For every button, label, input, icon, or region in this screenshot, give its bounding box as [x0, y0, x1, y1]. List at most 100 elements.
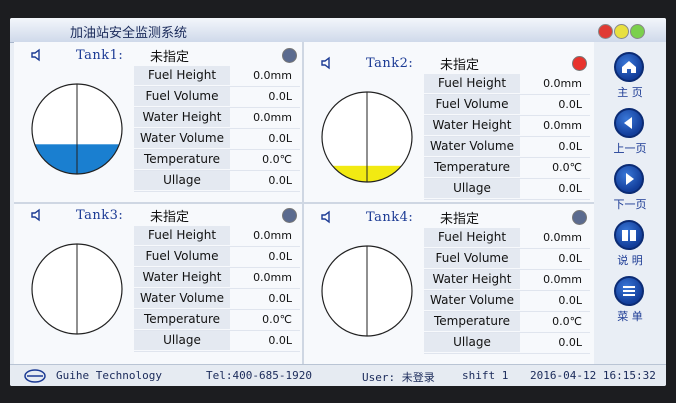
- maximize-window-button[interactable]: [630, 24, 645, 39]
- reading-label: Temperature: [424, 312, 520, 331]
- reading-label: Temperature: [424, 158, 520, 177]
- close-window-button[interactable]: [598, 24, 613, 39]
- reading-row: Temperature 0.0℃: [134, 150, 300, 171]
- reading-value: 0.0L: [268, 334, 292, 347]
- tank-readings-table: Fuel Height 0.0mm Fuel Volume 0.0L Water Hei…: [424, 228, 590, 354]
- nav-label: 说 明: [617, 254, 643, 267]
- nav-label: 下一页: [613, 198, 647, 211]
- telephone: Tel:400-685-1920: [206, 369, 312, 382]
- reading-row: Ullage 0.0L: [134, 331, 300, 352]
- reading-value: 0.0mm: [543, 231, 582, 244]
- reading-label: Water Height: [424, 270, 520, 289]
- next-page-icon: [614, 164, 644, 194]
- reading-label: Water Volume: [134, 129, 230, 148]
- tank-status: 未指定: [440, 212, 480, 227]
- reading-value: 0.0mm: [543, 119, 582, 132]
- help-button[interactable]: 说 明: [594, 218, 666, 274]
- reading-value: 0.0mm: [253, 69, 292, 82]
- nav-label: 主 页: [617, 86, 643, 99]
- reading-row: Water Height 0.0mm: [134, 268, 300, 289]
- previous-page-icon: [614, 108, 644, 138]
- tank-readings-table: Fuel Height 0.0mm Fuel Volume 0.0L Water Hei…: [134, 66, 300, 192]
- reading-label: Fuel Height: [424, 74, 520, 93]
- user-status: User: 未登录: [362, 371, 435, 384]
- reading-row: Ullage 0.0L: [134, 171, 300, 192]
- company-logo-icon: [24, 369, 46, 383]
- reading-value: 0.0℃: [262, 153, 292, 166]
- reading-row: Temperature 0.0℃: [134, 310, 300, 331]
- reading-row: Fuel Height 0.0mm: [134, 226, 300, 247]
- reading-row: Water Volume 0.0L: [134, 289, 300, 310]
- previous-page-button[interactable]: 上一页: [594, 106, 666, 162]
- tank-status-indicator: [282, 48, 297, 63]
- reading-row: Water Height 0.0mm: [134, 108, 300, 129]
- reading-value: 0.0L: [558, 98, 582, 111]
- home-button[interactable]: 主 页: [594, 50, 666, 106]
- tank-level-gauge: [321, 245, 413, 337]
- tank-name: Tank2:: [366, 56, 414, 71]
- speaker-icon[interactable]: [320, 56, 334, 70]
- tank-panel-1: Tank1: 未指定 Fuel Height 0.0mm Fuel Volume 0.…: [14, 42, 300, 202]
- tank-status: 未指定: [150, 210, 190, 225]
- reading-label: Temperature: [134, 150, 230, 169]
- tank-status-indicator: [572, 210, 587, 225]
- reading-row: Ullage 0.0L: [424, 333, 590, 354]
- title-bar: 加油站安全监测系统: [10, 18, 666, 43]
- reading-label: Ullage: [134, 331, 230, 350]
- tank-name: Tank4:: [366, 210, 414, 225]
- tank-status-indicator: [282, 208, 297, 223]
- reading-value: 0.0℃: [552, 315, 582, 328]
- reading-row: Temperature 0.0℃: [424, 158, 590, 179]
- reading-value: 0.0mm: [543, 77, 582, 90]
- reading-row: Fuel Height 0.0mm: [424, 74, 590, 95]
- app-screen: 加油站安全监测系统 Tank1: 未指定 Fuel Height 0.0mm Fue…: [10, 18, 666, 386]
- reading-value: 0.0mm: [253, 229, 292, 242]
- speaker-icon[interactable]: [30, 48, 44, 62]
- reading-label: Fuel Height: [134, 226, 230, 245]
- status-bar: Guihe Technology Tel:400-685-1920 User: …: [10, 364, 666, 386]
- menu-button[interactable]: 菜 单: [594, 274, 666, 330]
- reading-value: 0.0mm: [253, 271, 292, 284]
- tank-name: Tank1:: [76, 48, 124, 63]
- reading-value: 0.0mm: [253, 111, 292, 124]
- speaker-icon[interactable]: [30, 208, 44, 222]
- tanks-area: Tank1: 未指定 Fuel Height 0.0mm Fuel Volume 0.…: [14, 42, 594, 364]
- tank-readings-table: Fuel Height 0.0mm Fuel Volume 0.0L Water Hei…: [134, 226, 300, 352]
- reading-label: Fuel Volume: [424, 95, 520, 114]
- home-icon: [614, 52, 644, 82]
- reading-row: Temperature 0.0℃: [424, 312, 590, 333]
- reading-label: Fuel Volume: [134, 247, 230, 266]
- reading-label: Ullage: [424, 333, 520, 352]
- speaker-icon[interactable]: [320, 210, 334, 224]
- reading-row: Fuel Volume 0.0L: [134, 87, 300, 108]
- reading-row: Water Volume 0.0L: [424, 291, 590, 312]
- reading-label: Ullage: [134, 171, 230, 190]
- reading-value: 0.0℃: [552, 161, 582, 174]
- reading-label: Fuel Volume: [134, 87, 230, 106]
- reading-value: 0.0L: [558, 336, 582, 349]
- reading-row: Fuel Volume 0.0L: [424, 95, 590, 116]
- tank-readings-table: Fuel Height 0.0mm Fuel Volume 0.0L Water Hei…: [424, 74, 590, 200]
- next-page-button[interactable]: 下一页: [594, 162, 666, 218]
- tank-level-gauge: [321, 91, 413, 183]
- reading-row: Ullage 0.0L: [424, 179, 590, 200]
- reading-value: 0.0L: [268, 250, 292, 263]
- reading-row: Fuel Volume 0.0L: [424, 249, 590, 270]
- reading-row: Water Height 0.0mm: [424, 116, 590, 137]
- reading-value: 0.0L: [268, 132, 292, 145]
- minimize-window-button[interactable]: [614, 24, 629, 39]
- reading-label: Water Volume: [134, 289, 230, 308]
- tank-panel-4: Tank4: 未指定 Fuel Height 0.0mm Fuel Volume 0.…: [304, 204, 590, 364]
- tank-status-indicator: [572, 56, 587, 71]
- menu-list-icon: [614, 276, 644, 306]
- reading-value: 0.0℃: [262, 313, 292, 326]
- reading-label: Water Volume: [424, 137, 520, 156]
- reading-value: 0.0L: [268, 174, 292, 187]
- reading-value: 0.0mm: [543, 273, 582, 286]
- reading-value: 0.0L: [558, 140, 582, 153]
- reading-label: Water Volume: [424, 291, 520, 310]
- reading-row: Fuel Volume 0.0L: [134, 247, 300, 268]
- reading-value: 0.0L: [558, 294, 582, 307]
- nav-sidebar: 主 页 上一页 下一页 说 明 菜 单: [594, 42, 666, 364]
- nav-label: 菜 单: [617, 310, 643, 323]
